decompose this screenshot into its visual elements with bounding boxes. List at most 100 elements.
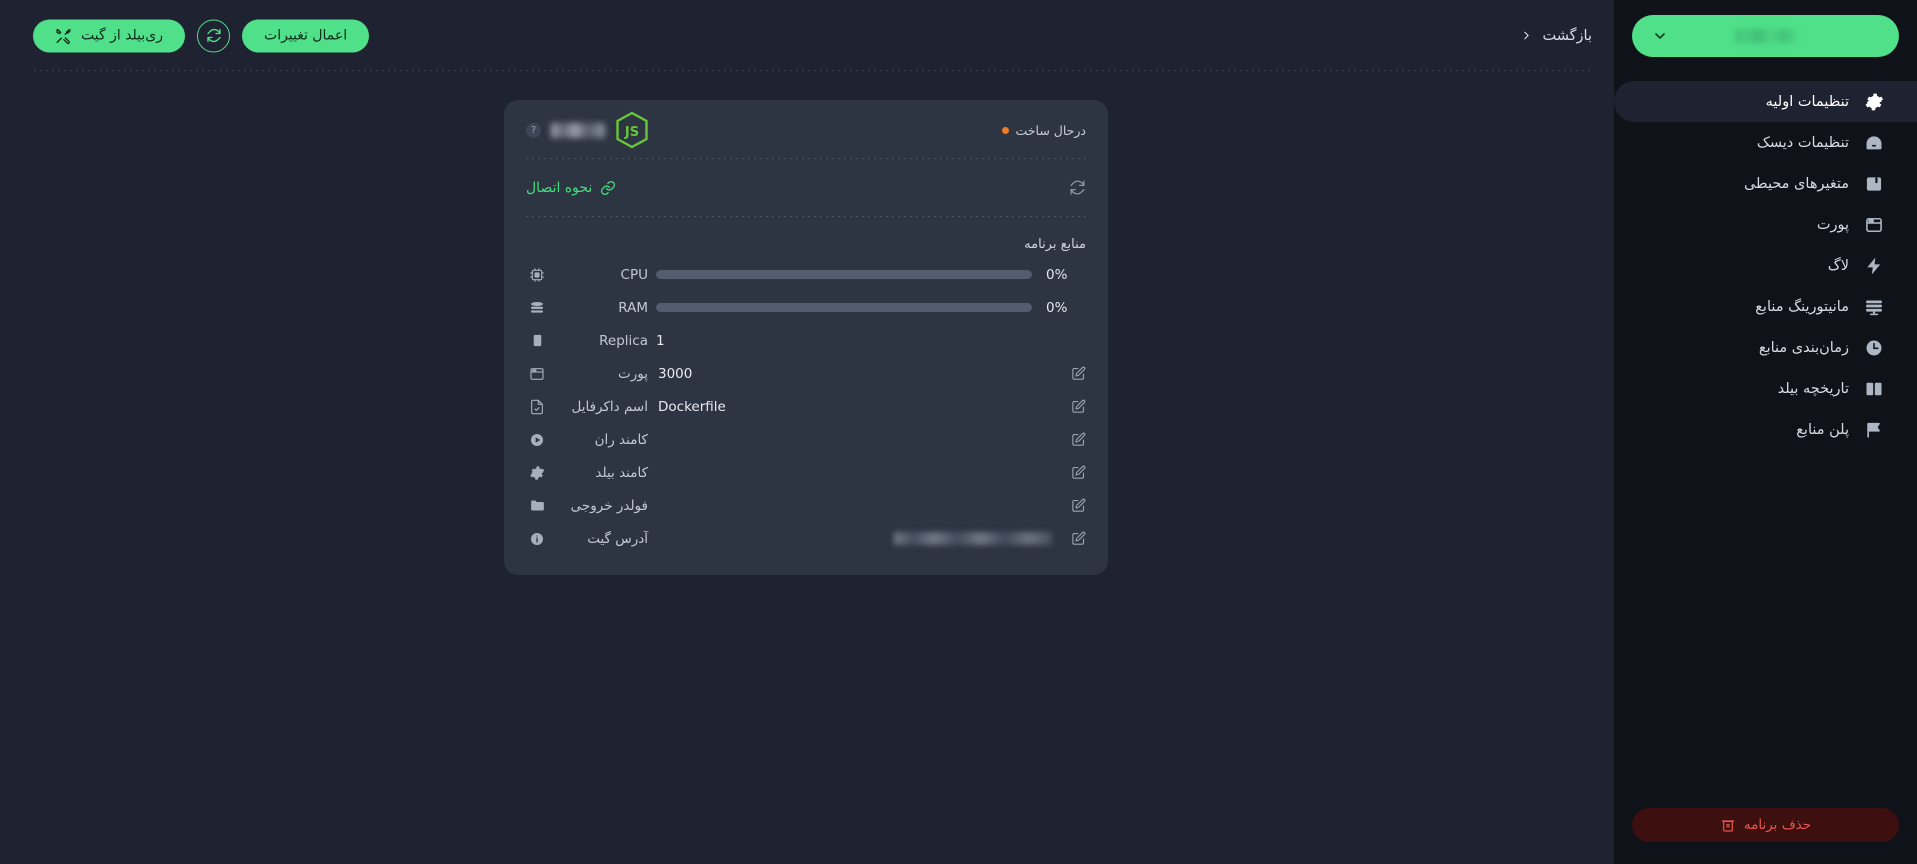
project-name xyxy=(1734,29,1797,43)
gear-icon xyxy=(1863,91,1885,113)
cpu-percent: 0% xyxy=(1046,266,1068,283)
flag-icon xyxy=(1863,419,1885,441)
card-header: JS ? درحال ساخت xyxy=(526,100,1086,154)
sidebar-item-port[interactable]: پورت xyxy=(1614,204,1917,245)
back-link[interactable]: بازگشت xyxy=(1520,28,1592,44)
sidebar-item-label: مانیتورینگ منابع xyxy=(1755,298,1849,315)
pencil-edit-icon[interactable] xyxy=(1064,465,1086,480)
connection-link[interactable]: نحوه اتصال xyxy=(526,180,616,196)
connection-label: نحوه اتصال xyxy=(526,179,593,196)
port-value-wrap: 3000 xyxy=(656,366,1086,382)
resources-title: منابع برنامه xyxy=(1024,237,1086,252)
play-icon xyxy=(526,432,548,448)
sidebar-item-resource-scheduling[interactable]: زمان‌بندی منابع xyxy=(1614,327,1917,368)
topbar: بازگشت اعمال تغییرات ری‌بیلد از گیت xyxy=(0,0,1614,71)
git-address-value xyxy=(894,532,1052,545)
apply-changes-button[interactable]: اعمال تغییرات xyxy=(242,19,370,52)
divider-bottom xyxy=(526,216,1086,217)
book-icon xyxy=(1863,378,1885,400)
window-icon xyxy=(1863,214,1885,236)
refresh-icon xyxy=(206,28,222,44)
trash-icon xyxy=(1720,817,1736,833)
folder-icon xyxy=(526,497,548,514)
resource-label: کامند ران xyxy=(594,431,648,448)
link-icon xyxy=(600,180,616,196)
question-mark-icon[interactable]: ? xyxy=(526,122,541,138)
pencil-edit-icon[interactable] xyxy=(1064,531,1086,546)
connection-refresh-button[interactable] xyxy=(1069,179,1086,196)
svg-text:JS: JS xyxy=(624,125,639,140)
resource-label: CPU xyxy=(620,266,648,283)
status-label: درحال ساخت xyxy=(1015,122,1086,138)
ram-icon xyxy=(526,300,548,316)
resource-row-ram: RAM 0% xyxy=(526,291,1086,324)
cpu-progress-bar xyxy=(656,270,1032,279)
sidebar-item-label: تاریخچه بیلد xyxy=(1777,380,1849,397)
sidebar-item-label: پورت xyxy=(1816,216,1849,233)
project-selector[interactable] xyxy=(1632,15,1899,57)
resource-row-run-command: کامند ران xyxy=(526,423,1086,456)
app-settings-card: JS ? درحال ساخت نحوه اتصال منابع برنامه … xyxy=(504,100,1108,575)
tools-icon xyxy=(55,27,72,44)
delete-app-label: حذف برنامه xyxy=(1743,817,1812,833)
run-command-value-wrap xyxy=(656,432,1086,447)
replica-icon xyxy=(526,333,548,348)
resource-label: فولدر خروجی xyxy=(570,497,648,514)
info-icon xyxy=(526,531,548,547)
window-icon xyxy=(526,366,548,382)
resource-row-build-command: کامند بیلد xyxy=(526,456,1086,489)
sidebar-item-resource-monitoring[interactable]: مانیتورینگ منابع xyxy=(1614,286,1917,327)
resource-row-git-address: آدرس گیت xyxy=(526,522,1086,555)
sidebar-item-env-variables[interactable]: متغیرهای محیطی xyxy=(1614,163,1917,204)
nodejs-icon: JS xyxy=(615,111,649,149)
rebuild-from-git-button[interactable]: ری‌بیلد از گیت xyxy=(33,19,186,52)
refresh-button[interactable] xyxy=(197,19,231,52)
delete-app-button[interactable]: حذف برنامه xyxy=(1632,808,1899,842)
app-identity: JS ? xyxy=(526,111,649,149)
build-command-value-wrap xyxy=(656,465,1086,480)
back-label: بازگشت xyxy=(1542,27,1592,44)
sidebar-item-label: زمان‌بندی منابع xyxy=(1758,339,1849,356)
env-variables-icon xyxy=(1863,173,1885,195)
resource-row-output-folder: فولدر خروجی xyxy=(526,489,1086,522)
resource-label: آدرس گیت xyxy=(587,530,648,547)
topbar-actions: اعمال تغییرات ری‌بیلد از گیت xyxy=(33,19,370,52)
connection-row: نحوه اتصال xyxy=(526,163,1086,212)
sidebar-item-build-history[interactable]: تاریخچه بیلد xyxy=(1614,368,1917,409)
sidebar-item-resource-plan[interactable]: پلن منابع xyxy=(1614,409,1917,450)
dockerfile-value: Dockerfile xyxy=(658,398,726,415)
replica-value: 1 xyxy=(656,332,665,349)
sidebar-item-log[interactable]: لاگ xyxy=(1614,245,1917,286)
resource-label: اسم داکرفایل xyxy=(571,398,648,415)
sidebar-nav: تنظیمات اولیه تنظیمات دیسک متغیرهای محیط… xyxy=(1614,81,1917,450)
dockerfile-value-wrap: Dockerfile xyxy=(656,399,1086,415)
pencil-edit-icon[interactable] xyxy=(1064,399,1086,414)
chevron-down-icon xyxy=(1652,28,1668,44)
ram-value-wrap: 0% xyxy=(656,300,1086,316)
status-badge: درحال ساخت xyxy=(1001,122,1086,138)
sidebar-item-disk-settings[interactable]: تنظیمات دیسک xyxy=(1614,122,1917,163)
file-check-icon xyxy=(526,399,548,415)
hard-drive-icon xyxy=(1863,132,1885,154)
port-value: 3000 xyxy=(658,365,693,382)
resource-label: پورت xyxy=(618,365,648,382)
apply-changes-label: اعمال تغییرات xyxy=(264,27,348,44)
status-dot-icon xyxy=(1001,126,1009,134)
sidebar-item-label: پلن منابع xyxy=(1796,421,1849,438)
sidebar-item-initial-settings[interactable]: تنظیمات اولیه xyxy=(1614,81,1917,122)
resource-row-cpu: CPU 0% xyxy=(526,258,1086,291)
sidebar-item-label: لاگ xyxy=(1827,257,1849,274)
sidebar-item-label: تنظیمات دیسک xyxy=(1756,134,1849,151)
gear-icon xyxy=(526,465,548,481)
resource-row-port: پورت 3000 xyxy=(526,357,1086,390)
pencil-edit-icon[interactable] xyxy=(1064,498,1086,513)
pencil-edit-icon[interactable] xyxy=(1064,432,1086,447)
bolt-icon xyxy=(1863,255,1885,277)
ram-percent: 0% xyxy=(1046,299,1068,316)
resource-label: RAM xyxy=(618,299,648,316)
rebuild-label: ری‌بیلد از گیت xyxy=(81,27,164,44)
sidebar-item-label: تنظیمات اولیه xyxy=(1765,93,1849,110)
pencil-edit-icon[interactable] xyxy=(1064,366,1086,381)
cpu-icon xyxy=(526,267,548,283)
ram-progress-bar xyxy=(656,303,1032,312)
